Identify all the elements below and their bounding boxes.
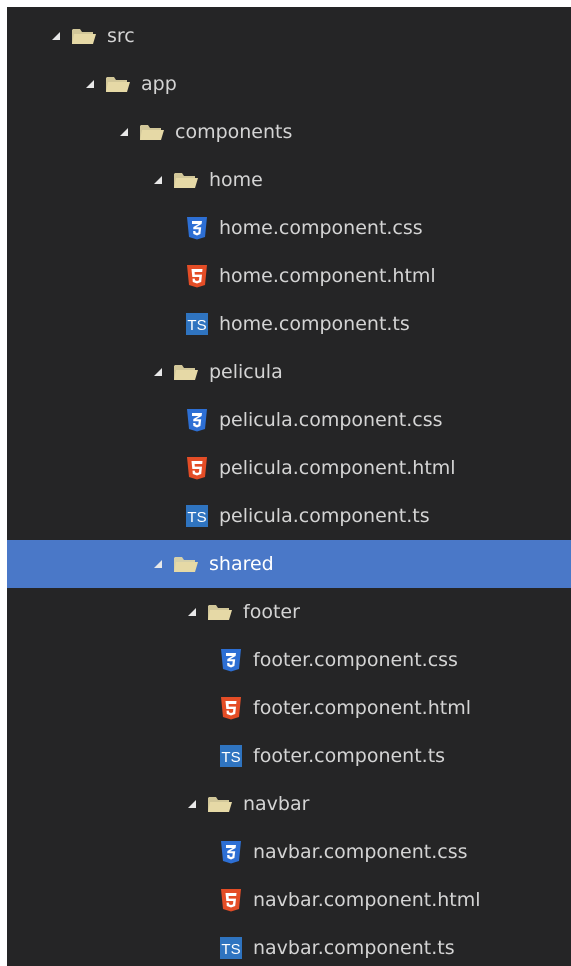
tree-item-label: pelicula	[209, 360, 283, 383]
tree-item-label: footer.component.ts	[253, 744, 446, 767]
tree-file-item[interactable]: TS navbar.component.ts	[7, 924, 571, 966]
tree-file-item[interactable]: TS pelicula.component.ts	[7, 492, 571, 540]
chevron-expanded-icon[interactable]	[151, 557, 165, 571]
tree-folder-footer[interactable]: footer	[7, 588, 571, 636]
tree-item-label: home.component.html	[219, 264, 436, 287]
tree-item-label: footer.component.css	[253, 648, 458, 671]
tree-item-label: navbar.component.html	[253, 888, 481, 911]
tree-file-item[interactable]: home.component.html	[7, 252, 571, 300]
chevron-expanded-icon[interactable]	[49, 29, 63, 43]
tree-item-label: navbar.component.css	[253, 840, 468, 863]
tree-item-label: home.component.ts	[219, 312, 410, 335]
tree-file-item[interactable]: TS home.component.ts	[7, 300, 571, 348]
explorer-panel: src app components home home.component.css ho…	[7, 7, 571, 966]
tree-item-label: pelicula.component.ts	[219, 504, 430, 527]
tree-file-item[interactable]: TS footer.component.ts	[7, 732, 571, 780]
tree-file-item[interactable]: navbar.component.html	[7, 876, 571, 924]
folder-open-icon	[173, 362, 199, 382]
svg-text:TS: TS	[187, 509, 206, 526]
tree-item-label: src	[107, 24, 135, 47]
tree-file-item[interactable]: footer.component.css	[7, 636, 571, 684]
folder-open-icon	[207, 794, 233, 814]
tree-item-label: home	[209, 168, 263, 191]
tree-item-label: footer.component.html	[253, 696, 471, 719]
tree-item-label: home.component.css	[219, 216, 423, 239]
tree-folder-pelicula[interactable]: pelicula	[7, 348, 571, 396]
typescript-icon: TS	[185, 312, 209, 336]
css3-icon	[185, 216, 209, 240]
html5-icon	[219, 696, 243, 720]
folder-open-icon	[207, 602, 233, 622]
css3-icon	[219, 840, 243, 864]
typescript-icon: TS	[219, 744, 243, 768]
folder-open-icon	[173, 170, 199, 190]
tree-item-label: app	[141, 72, 177, 95]
tree-item-label: pelicula.component.css	[219, 408, 443, 431]
tree-item-label: pelicula.component.html	[219, 456, 456, 479]
svg-text:TS: TS	[221, 749, 240, 766]
tree-file-item[interactable]: navbar.component.css	[7, 828, 571, 876]
tree-folder-app[interactable]: app	[7, 60, 571, 108]
html5-icon	[219, 888, 243, 912]
typescript-icon: TS	[185, 504, 209, 528]
tree-file-item[interactable]: footer.component.html	[7, 684, 571, 732]
html5-icon	[185, 456, 209, 480]
chevron-expanded-icon[interactable]	[185, 797, 199, 811]
tree-folder-home[interactable]: home	[7, 156, 571, 204]
chevron-expanded-icon[interactable]	[83, 77, 97, 91]
folder-open-icon	[105, 74, 131, 94]
chevron-expanded-icon[interactable]	[151, 365, 165, 379]
file-tree: src app components home home.component.css ho…	[7, 7, 571, 966]
tree-folder-shared[interactable]: shared	[7, 540, 571, 588]
chevron-expanded-icon[interactable]	[185, 605, 199, 619]
tree-item-label: navbar.component.ts	[253, 936, 455, 959]
tree-folder-components[interactable]: components	[7, 108, 571, 156]
svg-text:TS: TS	[221, 941, 240, 958]
tree-file-item[interactable]: home.component.css	[7, 204, 571, 252]
css3-icon	[219, 648, 243, 672]
html5-icon	[185, 264, 209, 288]
css3-icon	[185, 408, 209, 432]
folder-open-icon	[71, 26, 97, 46]
folder-open-icon	[139, 122, 165, 142]
typescript-icon: TS	[219, 936, 243, 960]
tree-item-label: navbar	[243, 792, 310, 815]
tree-folder-src[interactable]: src	[7, 12, 571, 60]
folder-open-icon	[173, 554, 199, 574]
svg-text:TS: TS	[187, 317, 206, 334]
chevron-expanded-icon[interactable]	[151, 173, 165, 187]
tree-file-item[interactable]: pelicula.component.html	[7, 444, 571, 492]
tree-item-label: footer	[243, 600, 300, 623]
tree-item-label: shared	[209, 552, 274, 575]
tree-folder-navbar[interactable]: navbar	[7, 780, 571, 828]
tree-item-label: components	[175, 120, 293, 143]
chevron-expanded-icon[interactable]	[117, 125, 131, 139]
tree-file-item[interactable]: pelicula.component.css	[7, 396, 571, 444]
